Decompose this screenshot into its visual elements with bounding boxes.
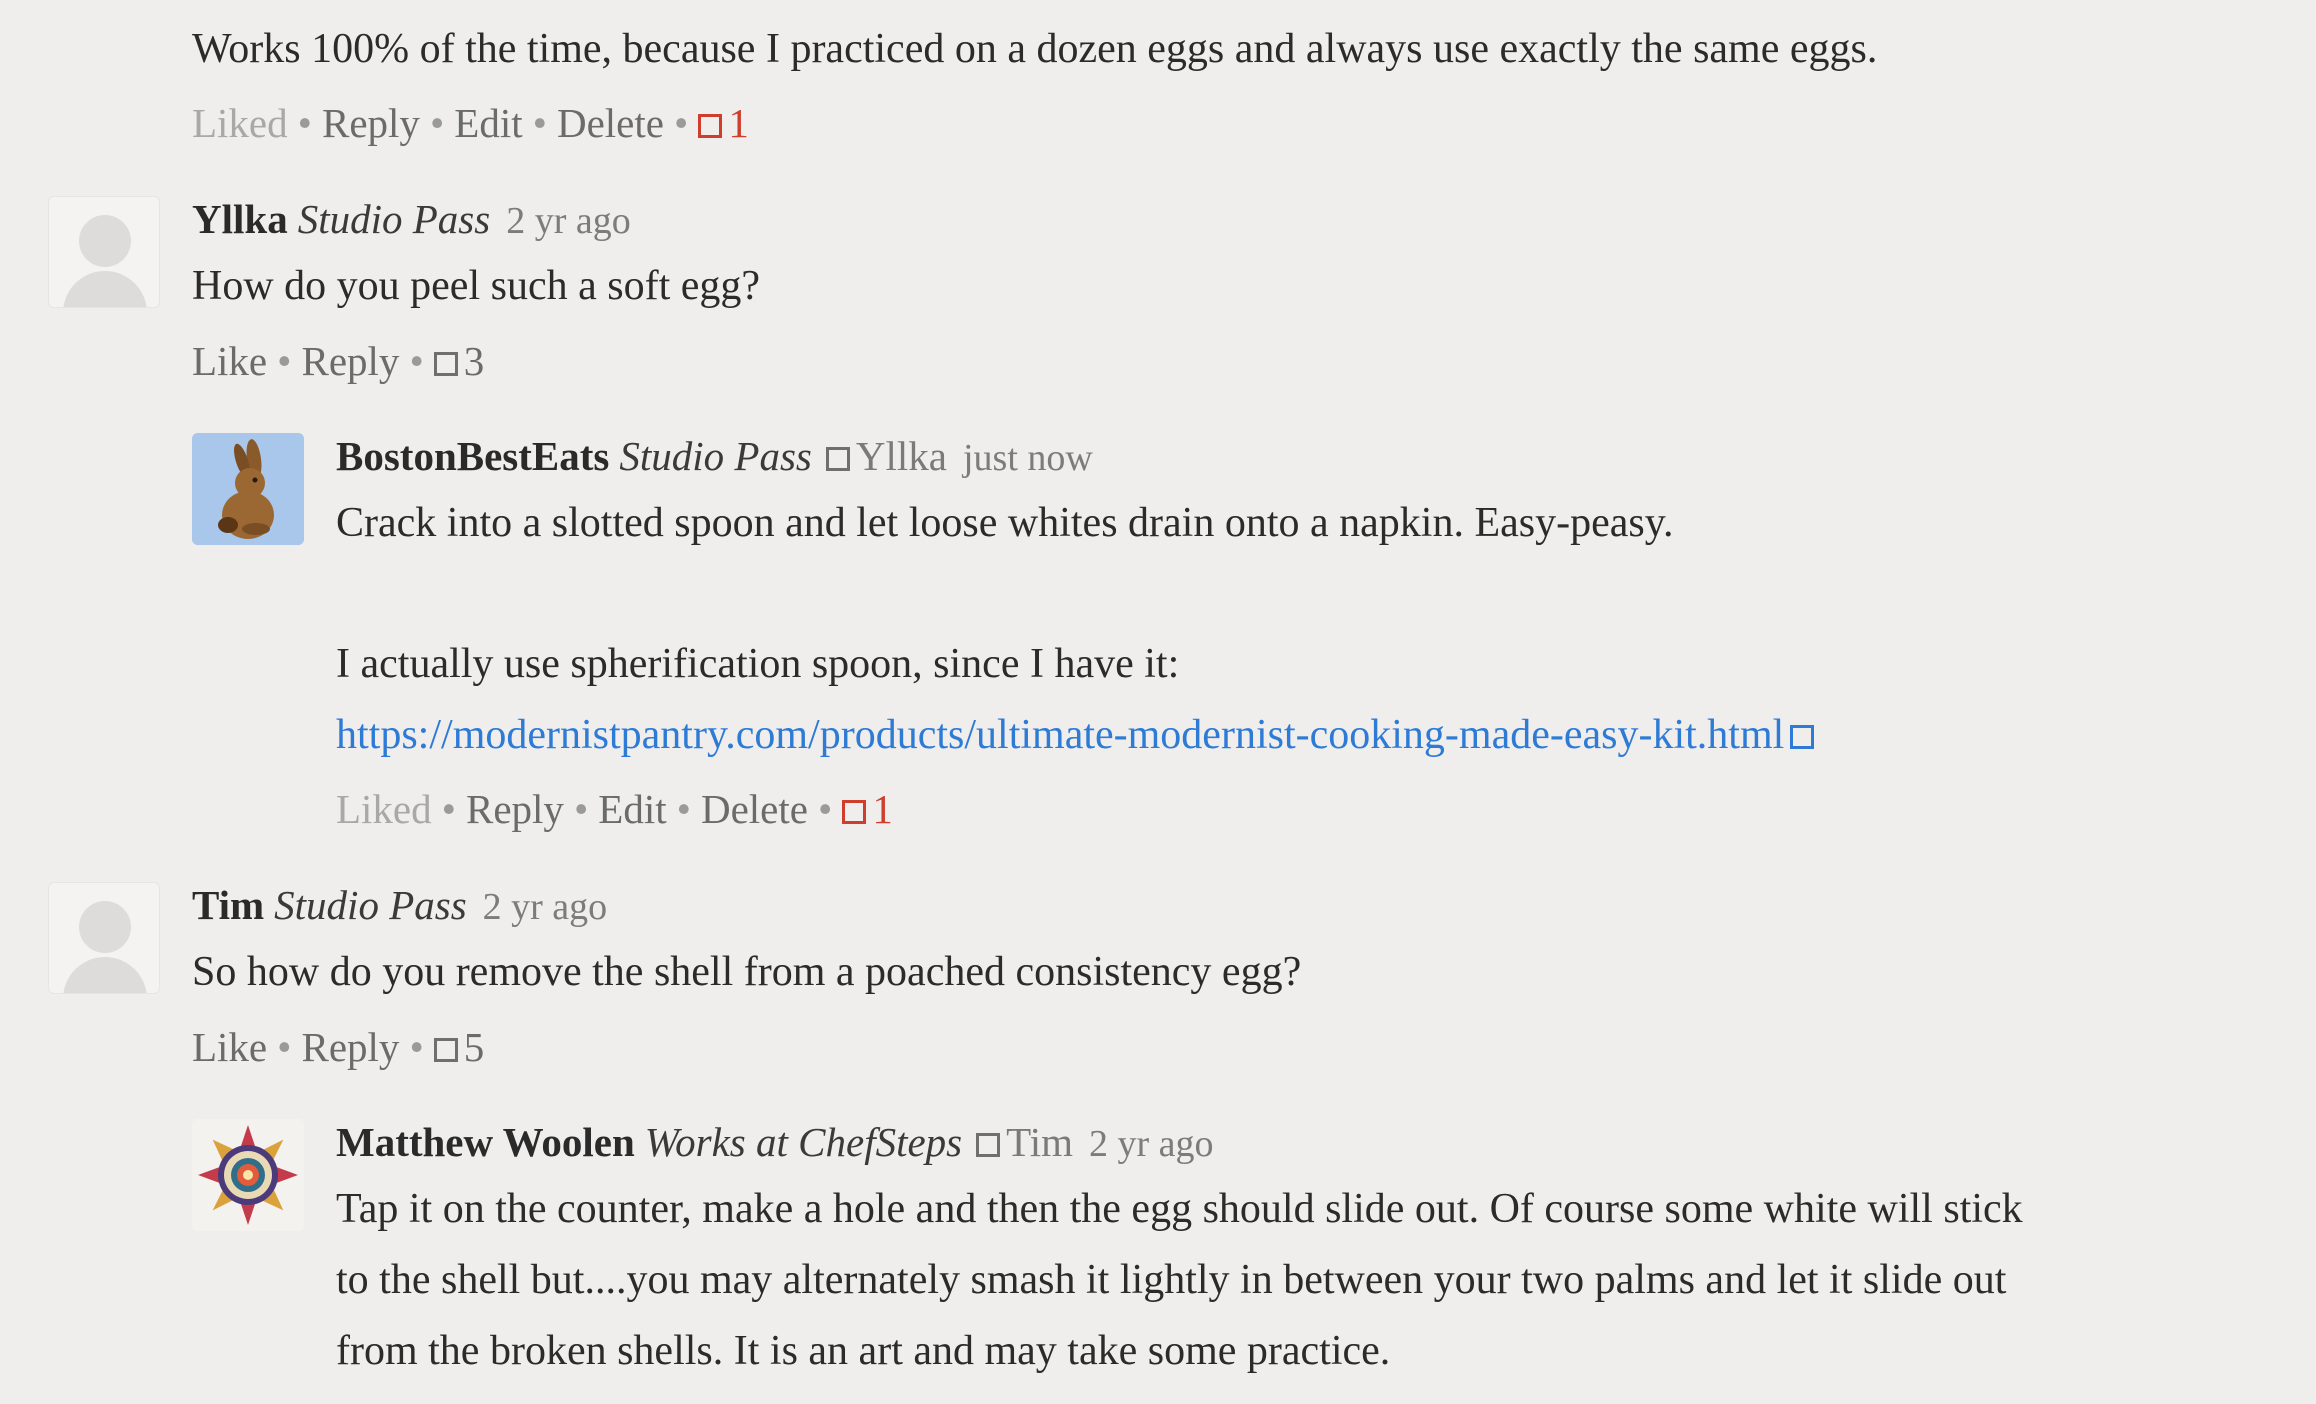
like-button[interactable]: Like (192, 338, 267, 384)
comment-text-line: I actually use spherification spoon, sin… (336, 641, 1180, 687)
comment-actions: Liked • Reply • Edit • Delete • 1 (192, 98, 749, 148)
replies-count: 1 (872, 786, 893, 832)
timestamp[interactable]: 2 yr ago (506, 200, 631, 242)
delete-button[interactable]: Delete (557, 100, 664, 146)
timestamp[interactable]: just now (963, 437, 1093, 479)
reply-to-name: Tim (1006, 1119, 1074, 1165)
avatar-body-shape (63, 271, 147, 307)
reply-arrow-icon (976, 1133, 1001, 1157)
liked-button[interactable]: Liked (192, 100, 288, 146)
avatar[interactable] (48, 882, 160, 994)
avatar-body-shape (63, 957, 147, 993)
like-button[interactable]: Like (192, 1024, 267, 1070)
external-link-icon[interactable] (1790, 725, 1815, 749)
avatar[interactable] (192, 433, 304, 545)
author-name[interactable]: Tim (192, 882, 264, 928)
reply-button[interactable]: Reply (466, 786, 564, 832)
reply-to-link[interactable]: Yllka (825, 433, 947, 479)
reply-button[interactable]: Reply (302, 1024, 400, 1070)
separator: • (297, 100, 312, 146)
separator: • (532, 100, 547, 146)
separator: • (409, 1024, 424, 1070)
delete-button[interactable]: Delete (701, 786, 808, 832)
external-link[interactable]: https://modernistpantry.com/products/ult… (336, 712, 1784, 758)
comment-link-line: https://modernistpantry.com/products/ult… (336, 700, 1820, 771)
separator: • (429, 100, 445, 146)
comment-box-icon (433, 1038, 458, 1062)
replies-count-button[interactable]: 1 (698, 100, 749, 146)
comment-thread: Works 100% of the time, because I practi… (0, 0, 2316, 1404)
avatar-head-shape (79, 215, 131, 267)
avatar-head-shape (79, 901, 131, 953)
reply-to-link[interactable]: Tim (976, 1119, 1073, 1165)
comment-actions: Like • Reply • 5 (192, 1022, 484, 1072)
edit-button[interactable]: Edit (454, 100, 522, 146)
edit-button[interactable]: Edit (598, 786, 666, 832)
separator: • (277, 338, 292, 384)
comment-box-icon (698, 114, 723, 138)
comment-text-line: Tap it on the counter, make a hole and t… (336, 1186, 2023, 1232)
mandala-avatar-image (192, 1119, 304, 1231)
separator: • (573, 786, 589, 832)
comment-text-line: to the shell but....you may alternately … (336, 1257, 2007, 1303)
replies-count-button[interactable]: 3 (433, 338, 485, 384)
comment-meta: BostonBestEats Studio Pass Yllka just now (336, 431, 1093, 483)
membership-badge: Studio Pass (274, 882, 467, 928)
membership-badge: Studio Pass (297, 196, 491, 242)
replies-count-button[interactable]: 5 (433, 1024, 485, 1070)
reply-arrow-icon (825, 447, 850, 471)
comment-meta: Matthew Woolen Works at ChefSteps Tim 2 yr … (336, 1117, 1214, 1169)
membership-badge: Studio Pass (619, 433, 812, 479)
bunny-avatar-image (192, 433, 304, 545)
liked-button[interactable]: Liked (336, 786, 432, 832)
comment-meta: Tim Studio Pass 2 yr ago (192, 880, 607, 932)
staff-badge: Works at ChefSteps (644, 1119, 963, 1165)
comment-text: Works 100% of the time, because I practi… (192, 26, 1878, 72)
timestamp[interactable]: 2 yr ago (483, 886, 608, 928)
comment-actions: Like • Reply • 3 (192, 336, 484, 386)
avatar[interactable] (192, 1119, 304, 1231)
separator: • (277, 1024, 292, 1070)
separator: • (441, 786, 456, 832)
replies-count: 5 (463, 1024, 485, 1070)
avatar[interactable] (48, 196, 160, 308)
comment-box-icon (433, 352, 458, 376)
comment-box-icon (842, 800, 867, 824)
separator: • (409, 338, 424, 384)
comment-meta: Yllka Studio Pass 2 yr ago (192, 194, 631, 246)
replies-count: 3 (463, 338, 485, 384)
reply-to-name: Yllka (855, 433, 947, 479)
comment-actions: Liked • Reply • Edit • Delete • 1 (336, 784, 893, 834)
separator: • (673, 100, 689, 146)
comment-text: So how do you remove the shell from a po… (192, 949, 1302, 995)
author-name[interactable]: Yllka (192, 196, 288, 242)
comment-text-line: from the broken shells. It is an art and… (336, 1328, 1391, 1374)
separator: • (676, 786, 691, 832)
reply-button[interactable]: Reply (302, 338, 400, 384)
replies-count-button[interactable]: 1 (842, 786, 893, 832)
reply-button[interactable]: Reply (322, 100, 420, 146)
replies-count: 1 (728, 100, 749, 146)
author-name[interactable]: Matthew Woolen (336, 1119, 635, 1165)
comment-text: How do you peel such a soft egg? (192, 263, 761, 309)
separator: • (817, 786, 833, 832)
comment-text-line: Crack into a slotted spoon and let loose… (336, 500, 1674, 546)
timestamp[interactable]: 2 yr ago (1089, 1123, 1214, 1165)
author-name[interactable]: BostonBestEats (336, 433, 609, 479)
